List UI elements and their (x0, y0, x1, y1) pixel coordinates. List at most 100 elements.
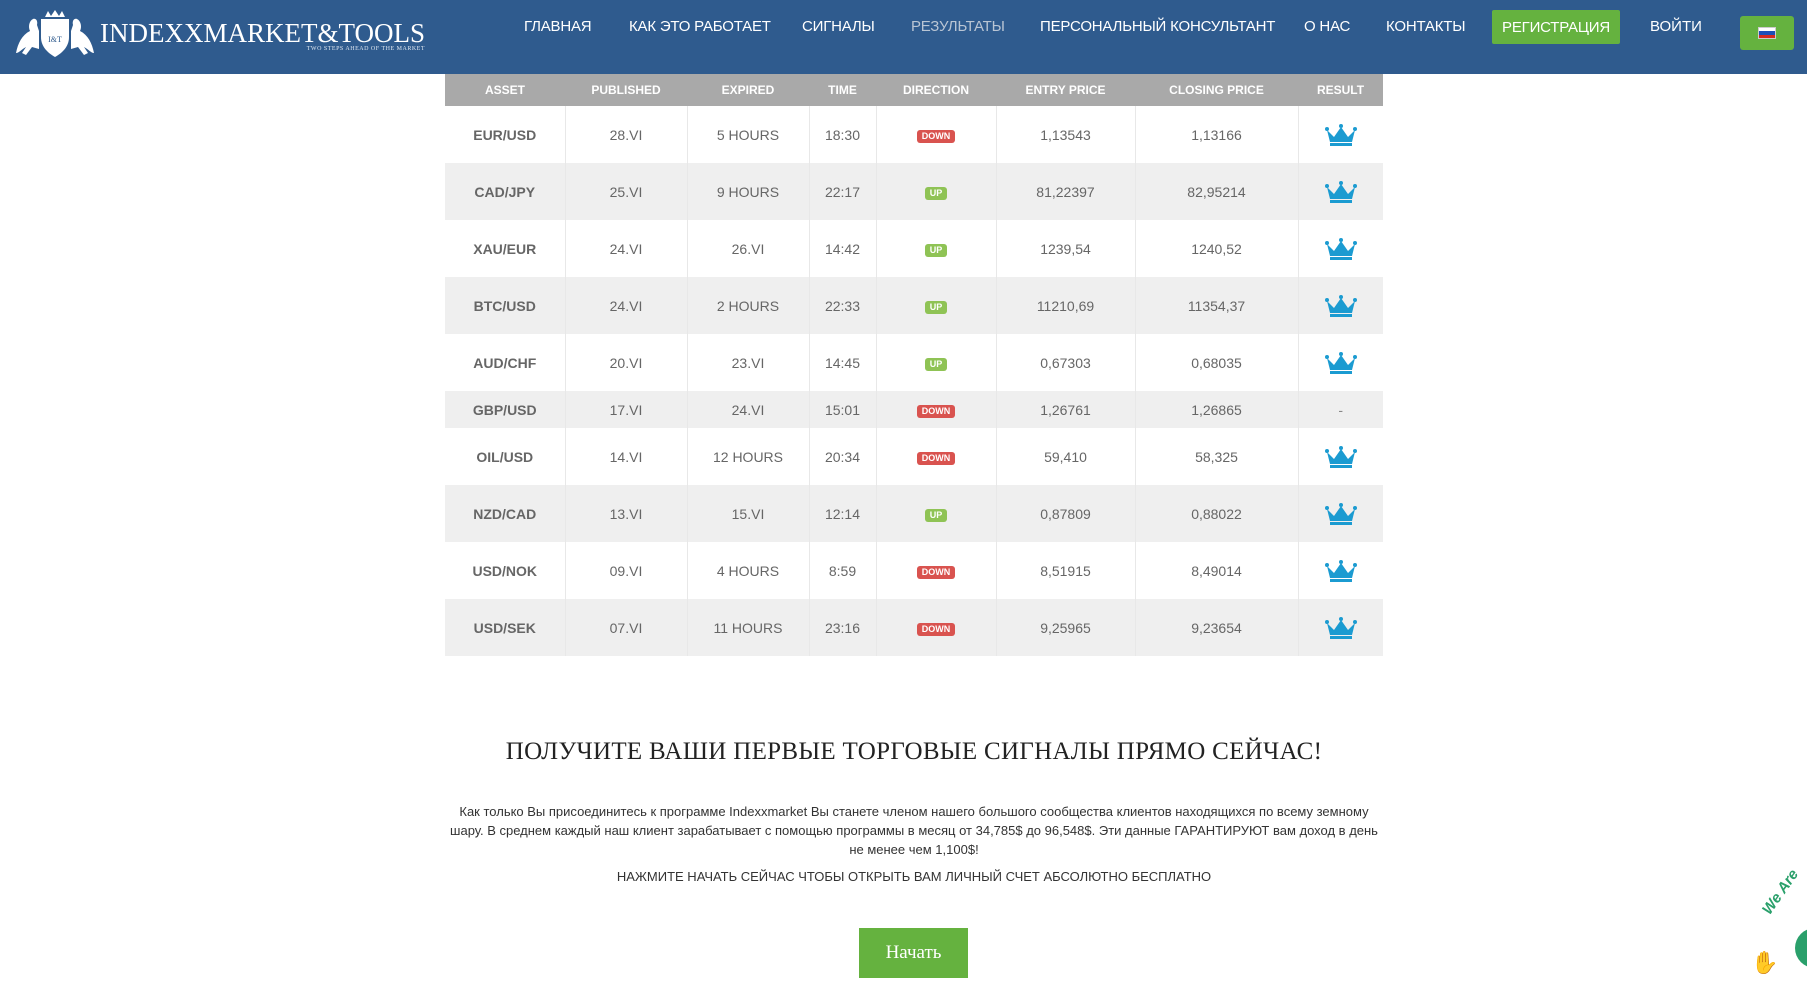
cell-published: 24.VI (565, 220, 688, 277)
logo-name: INDEXXMARKET&TOOLS (100, 18, 425, 48)
cell-entry-price: 81,22397 (996, 163, 1136, 220)
cell-direction: DOWN (876, 599, 997, 656)
crown-icon (1324, 616, 1357, 639)
cell-asset: XAU/EUR (445, 220, 566, 277)
cell-asset: EUR/USD (445, 106, 566, 163)
col-entry-price: ENTRY PRICE (996, 74, 1135, 106)
chat-widget[interactable]: We Are ✋ (1745, 866, 1807, 990)
nav-item-how-it-works[interactable]: КАК ЭТО РАБОТАЕТ (629, 18, 771, 35)
cell-published: 28.VI (565, 106, 688, 163)
cell-time: 12:14 (809, 485, 877, 542)
cell-asset: AUD/CHF (445, 334, 566, 391)
cell-expired: 2 HOURS (687, 277, 810, 334)
nav-item-personal-consultant[interactable]: ПЕРСОНАЛЬНЫЙ КОНСУЛЬТАНТ (1040, 18, 1275, 35)
chat-bubble-icon (1795, 928, 1807, 968)
cell-asset: USD/SEK (445, 599, 566, 656)
nav-item-contacts[interactable]: КОНТАКТЫ (1386, 18, 1466, 35)
cell-time: 15:01 (809, 391, 877, 428)
cell-entry-price: 1239,54 (996, 220, 1136, 277)
cell-published: 17.VI (565, 391, 688, 428)
direction-badge: UP (924, 509, 948, 522)
table-row: CAD/JPY 25.VI 9 HOURS 22:17 UP 81,22397 82,952… (445, 163, 1383, 220)
cell-result (1298, 542, 1383, 599)
register-button[interactable]: РЕГИСТРАЦИЯ (1492, 10, 1620, 44)
waving-hand-icon: ✋ (1751, 950, 1779, 975)
cell-result (1298, 599, 1383, 656)
nav-item-signals[interactable]: СИГНАЛЫ (802, 18, 875, 35)
logo-text: INDEXXMARKET&TOOLS TWO STEPS AHEAD OF TH… (100, 18, 425, 52)
col-time: TIME (809, 74, 876, 106)
nav-item-results[interactable]: РЕЗУЛЬТАТЫ (911, 18, 1005, 35)
cell-closing-price: 0,68035 (1135, 334, 1299, 391)
cell-entry-price: 0,67303 (996, 334, 1136, 391)
cell-published: 25.VI (565, 163, 688, 220)
direction-badge: DOWN (916, 130, 956, 143)
cell-direction: UP (876, 334, 997, 391)
cell-time: 22:33 (809, 277, 877, 334)
table-row: BTC/USD 24.VI 2 HOURS 22:33 UP 11210,69 11354,… (445, 277, 1383, 334)
start-button[interactable]: Начать (859, 928, 968, 978)
cell-result (1298, 485, 1383, 542)
table-row: NZD/CAD 13.VI 15.VI 12:14 UP 0,87809 0,88022 (445, 485, 1383, 542)
cell-expired: 12 HOURS (687, 428, 810, 485)
cell-expired: 26.VI (687, 220, 810, 277)
table-row: GBP/USD 17.VI 24.VI 15:01 DOWN 1,26761 1,26865… (445, 391, 1383, 428)
cell-published: 20.VI (565, 334, 688, 391)
cell-closing-price: 58,325 (1135, 428, 1299, 485)
cell-direction: UP (876, 485, 997, 542)
cell-time: 22:17 (809, 163, 877, 220)
cell-asset: BTC/USD (445, 277, 566, 334)
table-header-row: ASSET PUBLISHED EXPIRED TIME DIRECTION E… (445, 74, 1383, 106)
cell-closing-price: 11354,37 (1135, 277, 1299, 334)
table-row: USD/SEK 07.VI 11 HOURS 23:16 DOWN 9,25965 9,23… (445, 599, 1383, 656)
cell-direction: DOWN (876, 106, 997, 163)
language-selector[interactable] (1740, 16, 1794, 50)
flag-ru-icon (1758, 27, 1776, 39)
cell-published: 09.VI (565, 542, 688, 599)
cell-closing-price: 0,88022 (1135, 485, 1299, 542)
login-link[interactable]: ВОЙТИ (1650, 18, 1702, 35)
cell-closing-price: 1,26865 (1135, 391, 1299, 428)
crown-icon (1324, 445, 1357, 468)
cell-direction: UP (876, 277, 997, 334)
cell-expired: 9 HOURS (687, 163, 810, 220)
result-dash: - (1338, 401, 1344, 418)
cell-asset: GBP/USD (445, 391, 566, 428)
site-logo[interactable]: I&T INDEXXMARKET&TOOLS TWO STEPS AHEAD O… (12, 9, 425, 61)
cell-entry-price: 1,13543 (996, 106, 1136, 163)
crown-icon (1324, 351, 1357, 374)
cell-result (1298, 334, 1383, 391)
cell-published: 24.VI (565, 277, 688, 334)
cell-closing-price: 1,13166 (1135, 106, 1299, 163)
cta-subtext: НАЖМИТЕ НАЧАТЬ СЕЙЧАС ЧТОБЫ ОТКРЫТЬ ВАМ … (616, 869, 1212, 884)
cell-result (1298, 163, 1383, 220)
cell-published: 07.VI (565, 599, 688, 656)
col-expired: EXPIRED (687, 74, 809, 106)
crown-icon (1324, 559, 1357, 582)
site-header: I&T INDEXXMARKET&TOOLS TWO STEPS AHEAD O… (0, 0, 1807, 74)
cell-published: 13.VI (565, 485, 688, 542)
cell-entry-price: 0,87809 (996, 485, 1136, 542)
direction-badge: UP (924, 358, 948, 371)
table-row: AUD/CHF 20.VI 23.VI 14:45 UP 0,67303 0,68035 (445, 334, 1383, 391)
nav-item-about[interactable]: О НАС (1304, 18, 1350, 35)
cell-result (1298, 277, 1383, 334)
direction-badge: DOWN (916, 452, 956, 465)
col-direction: DIRECTION (876, 74, 996, 106)
cta-text: Как только Вы присоединитесь к программе… (450, 804, 1378, 857)
cell-entry-price: 8,51915 (996, 542, 1136, 599)
cell-asset: USD/NOK (445, 542, 566, 599)
table-body: EUR/USD 28.VI 5 HOURS 18:30 DOWN 1,13543 1,131… (445, 106, 1383, 656)
nav-item-home[interactable]: ГЛАВНАЯ (524, 18, 592, 35)
cta-title: ПОЛУЧИТЕ ВАШИ ПЕРВЫЕ ТОРГОВЫЕ СИГНАЛЫ ПР… (505, 738, 1323, 765)
cell-expired: 11 HOURS (687, 599, 810, 656)
cell-result (1298, 220, 1383, 277)
crown-icon (1324, 123, 1357, 146)
cell-entry-price: 11210,69 (996, 277, 1136, 334)
cell-result: - (1298, 391, 1383, 428)
cell-time: 14:42 (809, 220, 877, 277)
cell-time: 20:34 (809, 428, 877, 485)
crown-icon (1324, 502, 1357, 525)
crown-icon (1324, 294, 1357, 317)
cell-asset: OIL/USD (445, 428, 566, 485)
